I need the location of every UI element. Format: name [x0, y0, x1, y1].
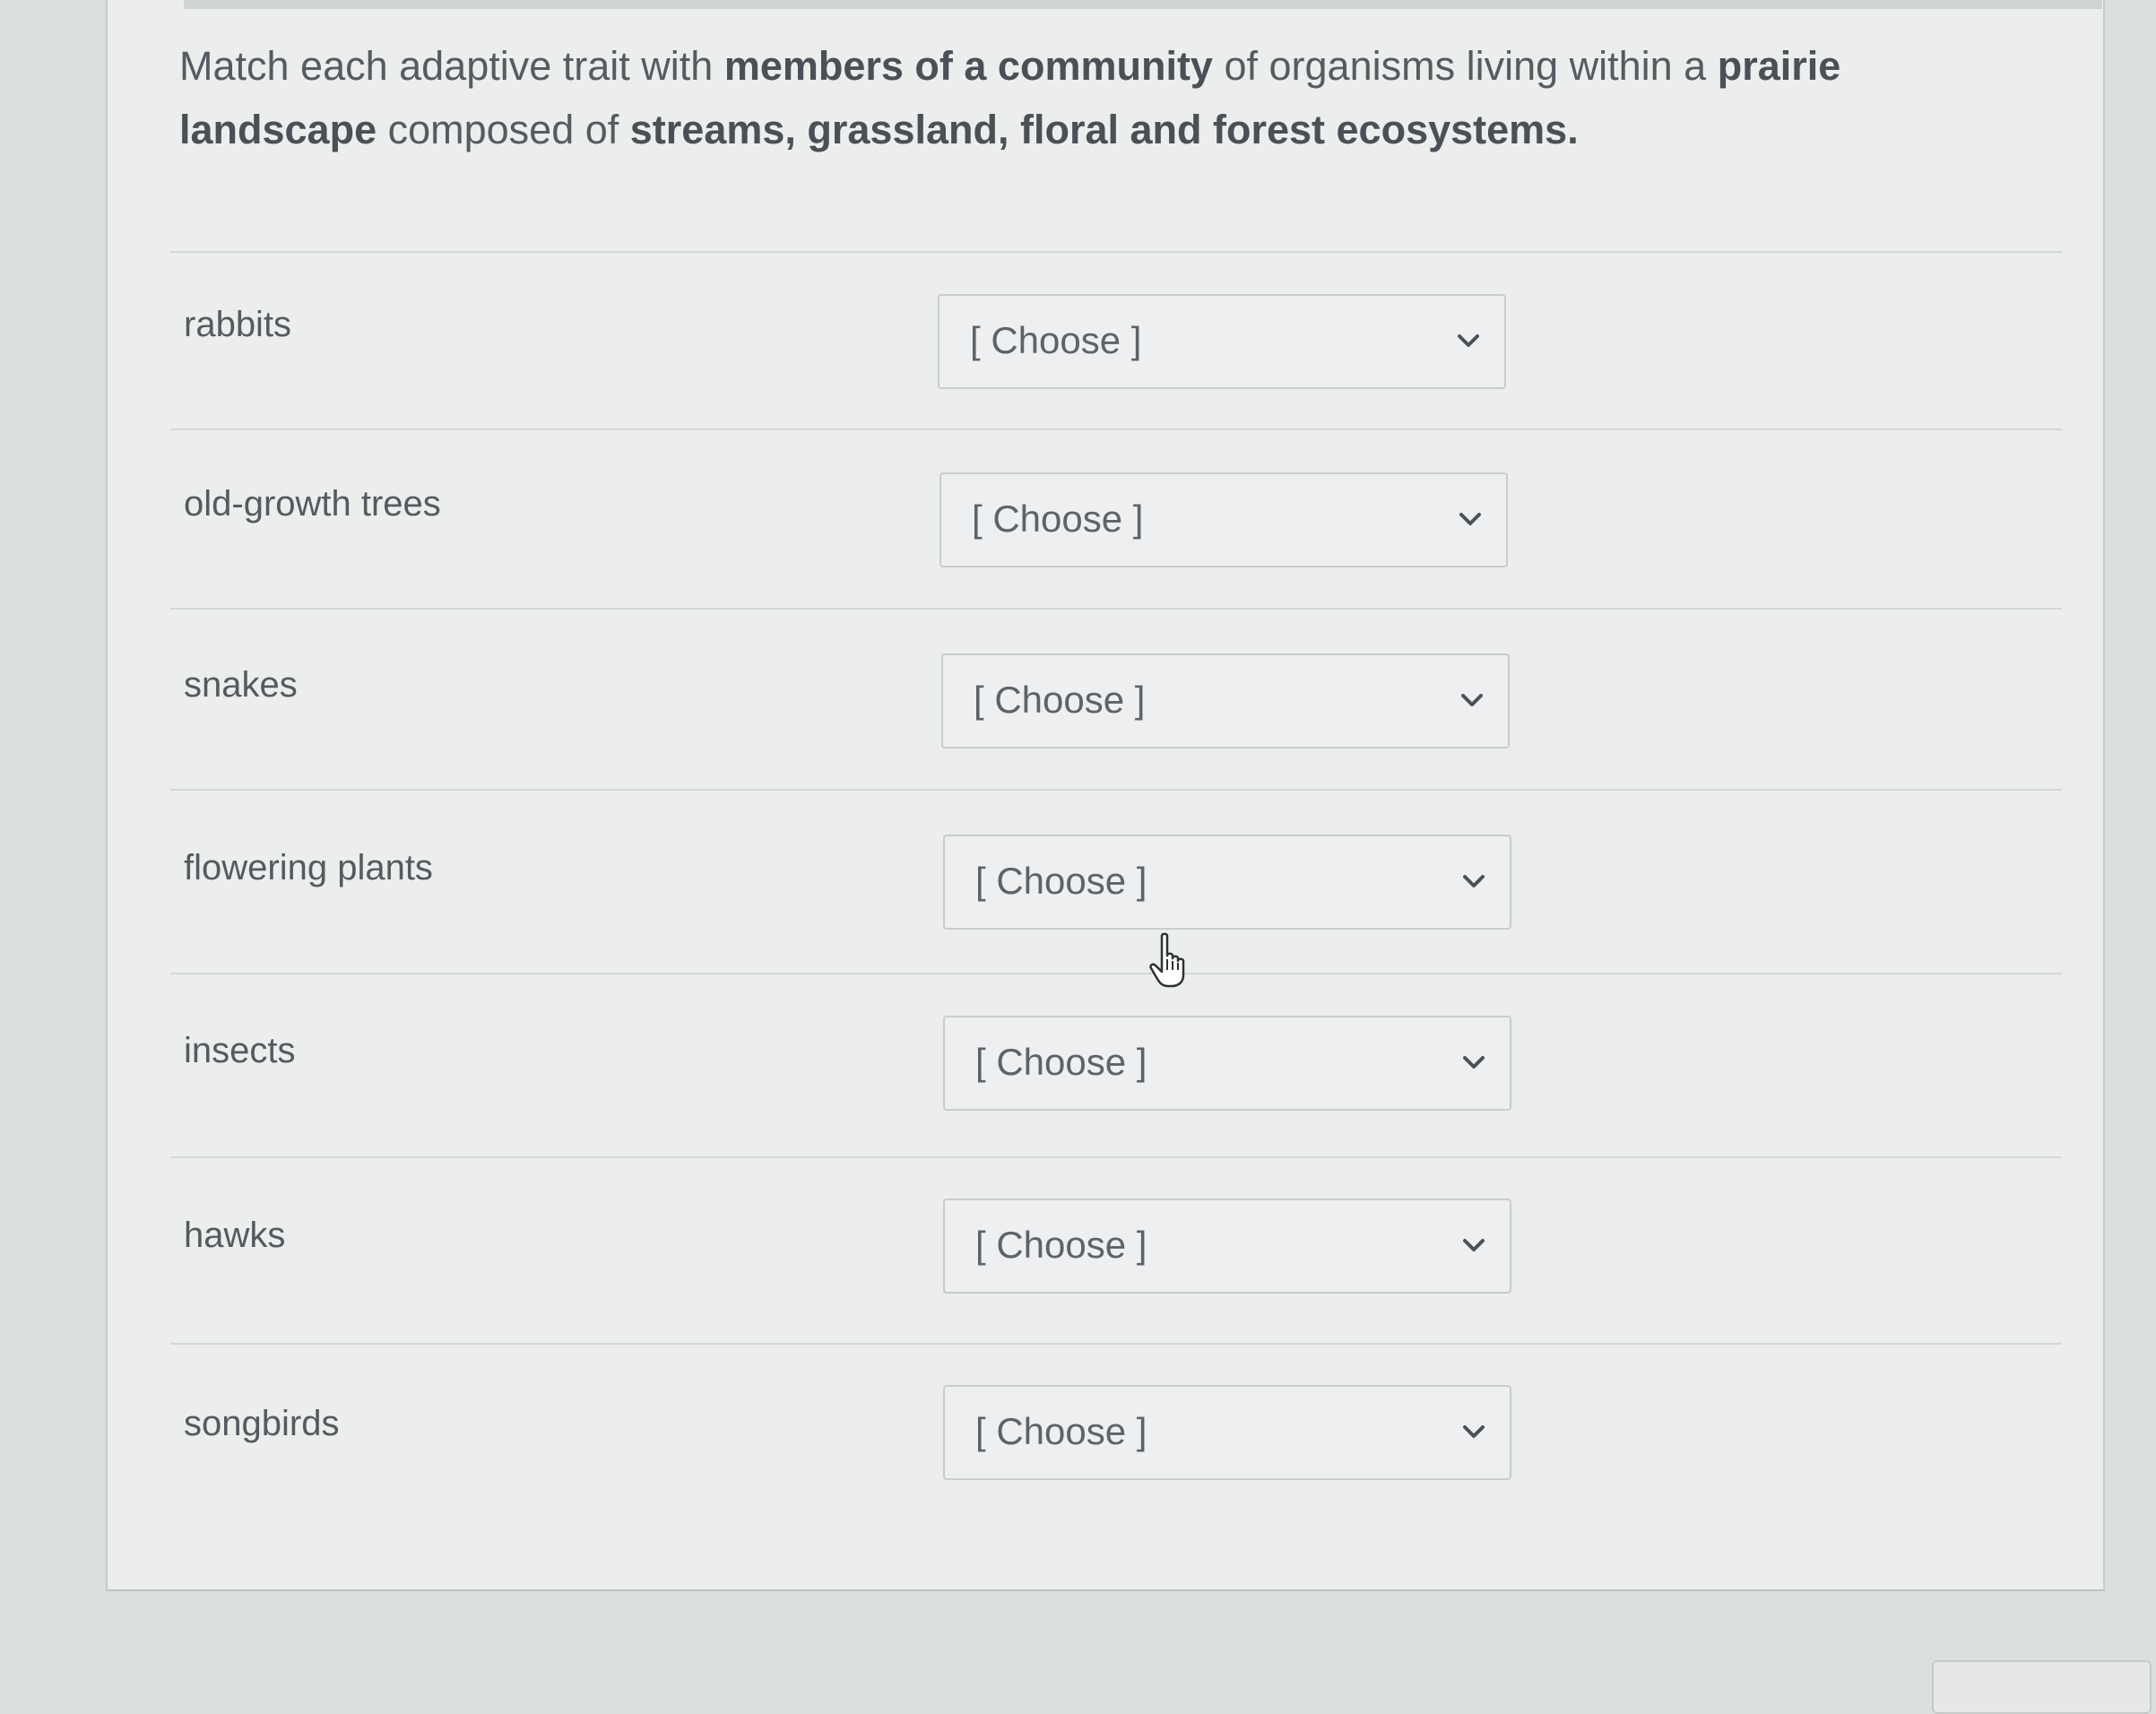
chevron-down-icon: [1463, 875, 1485, 887]
match-select-songbirds[interactable]: [ Choose ]: [943, 1385, 1511, 1480]
hand-pointer-icon: [1149, 932, 1185, 988]
row-divider: [170, 251, 2062, 253]
chevron-down-icon: [1463, 1425, 1485, 1438]
row-divider: [170, 789, 2062, 791]
match-term-snakes: snakes: [184, 665, 298, 705]
select-value: [ Choose ]: [975, 1041, 1147, 1083]
panel-top-bar: [184, 0, 2102, 9]
prompt-part-bold: streams, grassland, floral and forest ec…: [629, 107, 1579, 152]
chevron-down-icon: [1463, 1056, 1485, 1069]
match-select-flowering-plants[interactable]: [ Choose ]: [943, 835, 1511, 930]
match-term-rabbits: rabbits: [184, 305, 292, 344]
chevron-down-icon: [1463, 1239, 1485, 1251]
match-term-hawks: hawks: [184, 1216, 286, 1255]
match-term-flowering-plants: flowering plants: [184, 848, 433, 887]
row-divider: [170, 1156, 2062, 1158]
row-divider: [170, 608, 2062, 610]
row-divider: [170, 428, 2062, 430]
match-term-old-growth-trees: old-growth trees: [184, 484, 441, 524]
match-term-songbirds: songbirds: [184, 1404, 340, 1443]
row-divider: [170, 1343, 2062, 1345]
prompt-part-bold: members of a community: [723, 43, 1213, 89]
select-value: [ Choose ]: [972, 498, 1144, 540]
question-panel: [106, 0, 2105, 1591]
prompt-part: Match each adaptive trait with: [179, 43, 724, 89]
match-select-snakes[interactable]: [ Choose ]: [941, 654, 1510, 749]
select-value: [ Choose ]: [975, 860, 1147, 902]
chevron-down-icon: [1459, 513, 1481, 525]
select-value: [ Choose ]: [974, 679, 1146, 721]
match-select-hawks[interactable]: [ Choose ]: [943, 1199, 1511, 1294]
match-select-old-growth-trees[interactable]: [ Choose ]: [939, 472, 1508, 567]
match-term-insects: insects: [184, 1031, 296, 1070]
match-select-rabbits[interactable]: [ Choose ]: [938, 294, 1506, 389]
question-prompt: Match each adaptive trait with members o…: [179, 34, 2044, 161]
next-button-partial[interactable]: [1932, 1660, 2152, 1714]
row-divider: [170, 973, 2062, 974]
select-value: [ Choose ]: [970, 319, 1142, 361]
chevron-down-icon: [1458, 334, 1479, 347]
prompt-part: composed of: [377, 107, 630, 152]
match-select-insects[interactable]: [ Choose ]: [943, 1016, 1511, 1111]
select-value: [ Choose ]: [975, 1224, 1147, 1266]
prompt-part: of organisms living within a: [1212, 43, 1718, 89]
chevron-down-icon: [1461, 694, 1483, 706]
select-value: [ Choose ]: [975, 1410, 1147, 1452]
